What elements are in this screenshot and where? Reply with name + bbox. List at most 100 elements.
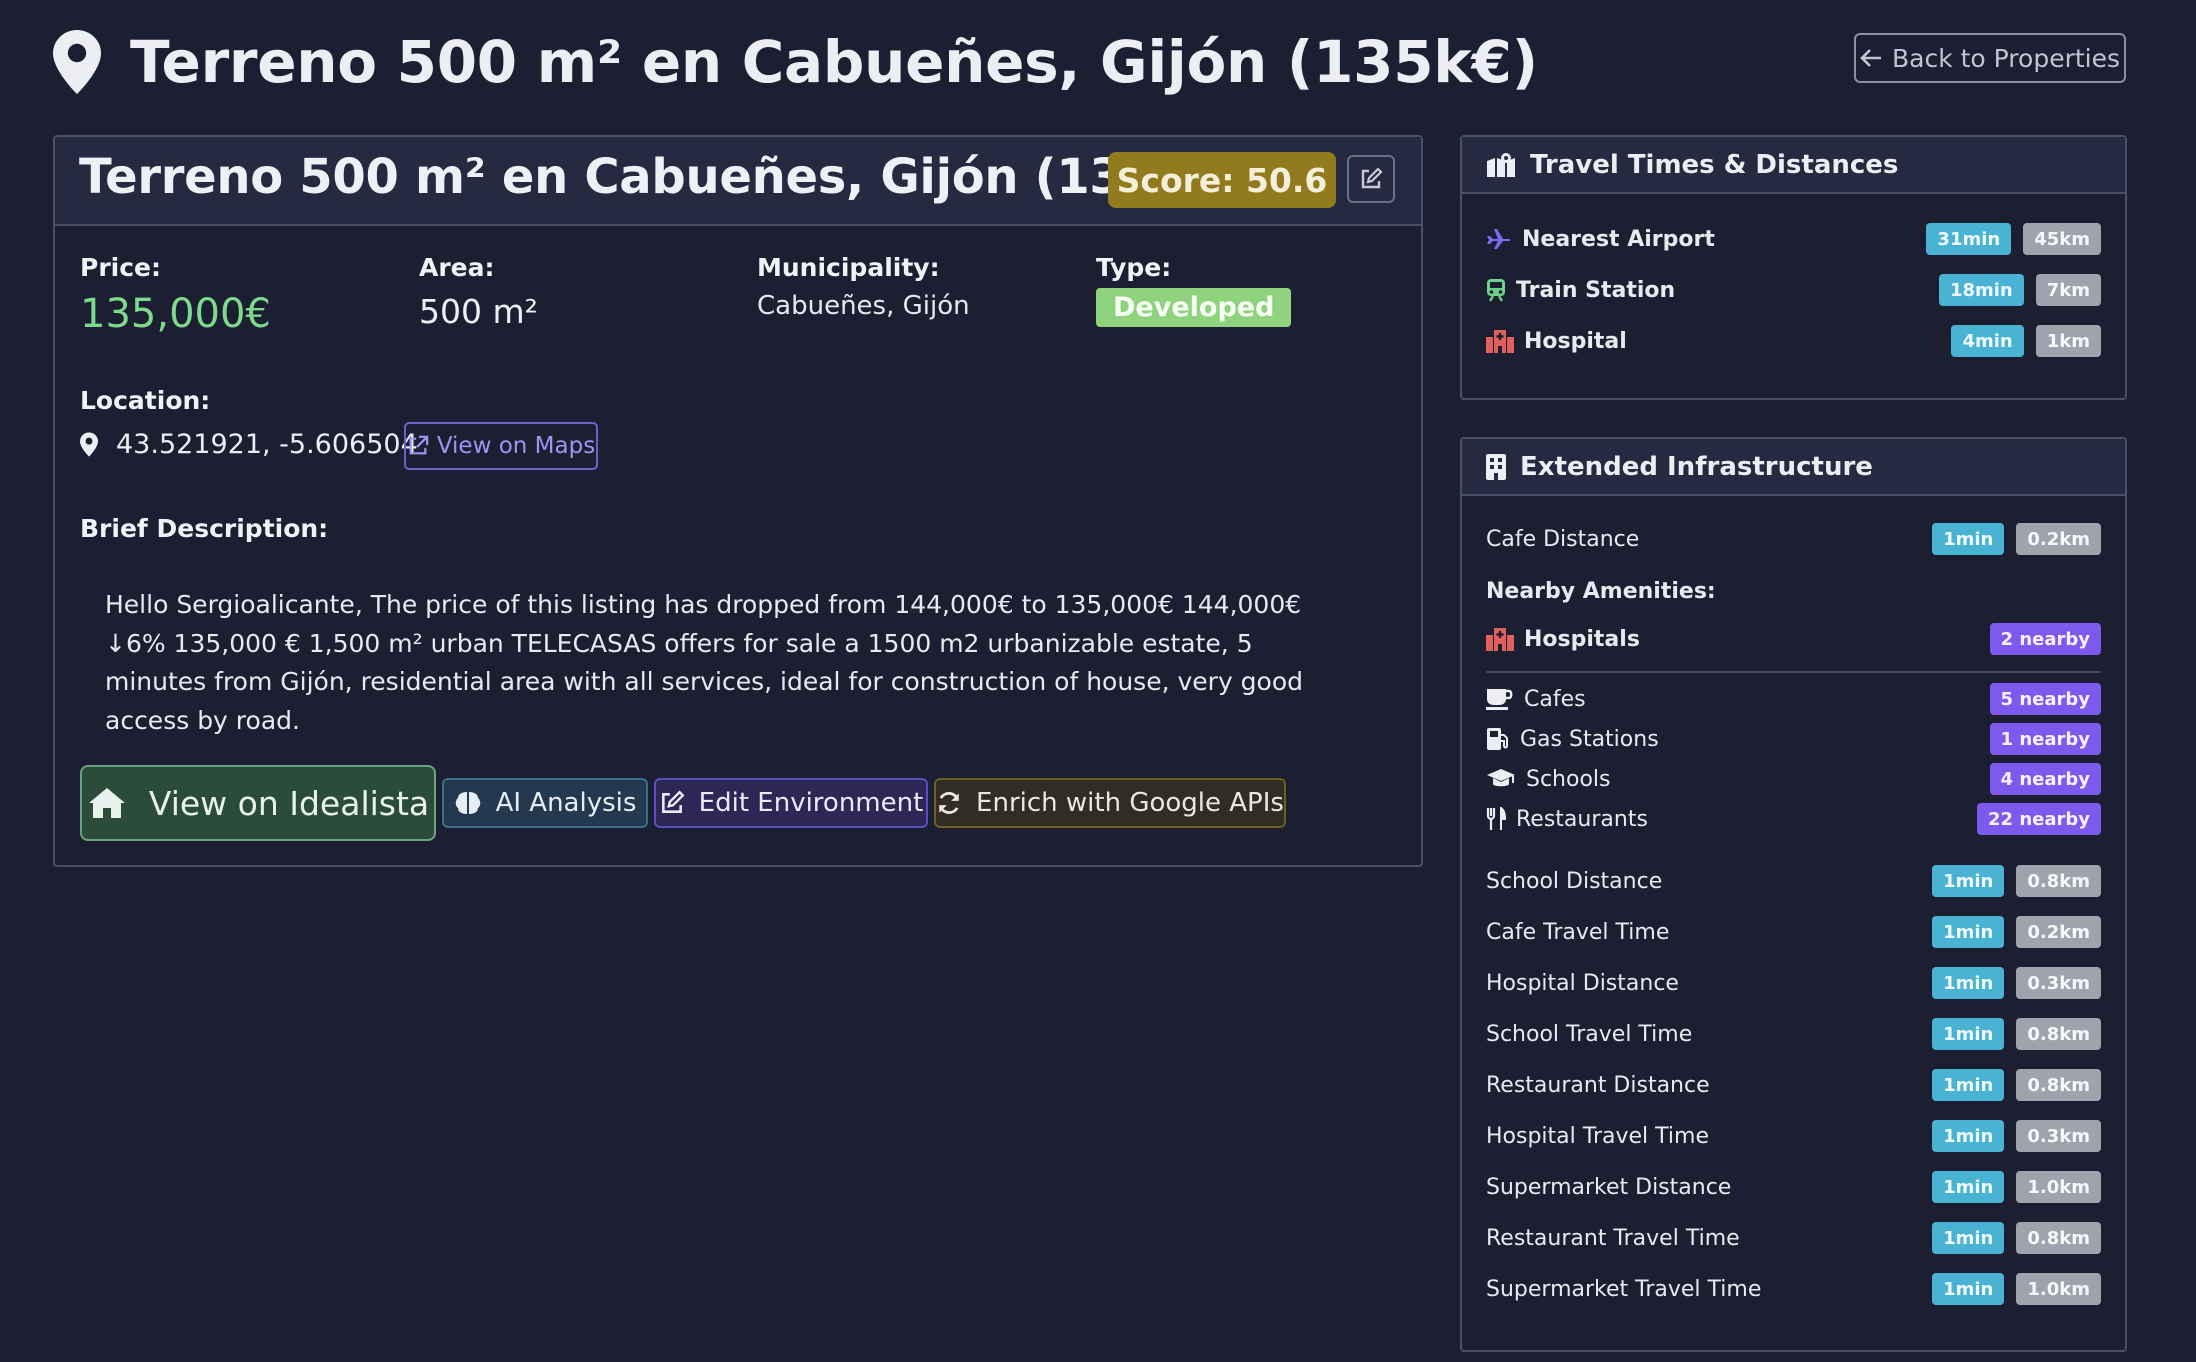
brain-icon xyxy=(455,792,480,814)
amenity-row-restaurants: Restaurants 22 nearby xyxy=(1486,802,2101,836)
time-pill: 1min xyxy=(1932,523,2005,555)
amenity-row-gas: Gas Stations 1 nearby xyxy=(1486,722,2101,756)
property-card-header: Terreno 500 m² en Cabueñes, Gijón (135k€… xyxy=(55,137,1421,226)
edit-environment-label: Edit Environment xyxy=(698,788,924,818)
time-pill: 1min xyxy=(1932,1018,2005,1050)
distance-pill: 1.0km xyxy=(2016,1273,2101,1305)
distance-pill: 0.2km xyxy=(2016,523,2101,555)
metric-label: Hospital Distance xyxy=(1486,970,1679,996)
hospital-icon xyxy=(1486,330,1514,353)
amenity-label: Restaurants xyxy=(1516,806,1648,832)
property-title: Terreno 500 m² en Cabueñes, Gijón (135k€… xyxy=(79,149,1242,205)
amenity-row-cafes: Cafes 5 nearby xyxy=(1486,682,2101,716)
travel-label: Nearest Airport xyxy=(1522,226,1715,252)
view-on-maps-label: View on Maps xyxy=(436,433,596,459)
amenity-row-schools: Schools 4 nearby xyxy=(1486,762,2101,796)
nearby-pill: 2 nearby xyxy=(1989,623,2101,655)
description-text: Hello Sergioalicante, The price of this … xyxy=(105,590,1304,735)
metric-row: School Travel Time 1min 0.8km xyxy=(1486,1017,2101,1051)
metric-label: Restaurant Travel Time xyxy=(1486,1225,1740,1251)
view-on-idealista-button[interactable]: View on Idealista xyxy=(80,765,436,841)
map-pin-icon xyxy=(53,30,101,94)
price-value: 135,000€ xyxy=(80,291,271,337)
infrastructure-card: Extended Infrastructure Cafe Distance 1m… xyxy=(1460,437,2127,1352)
hospitals-nearby-row: Hospitals 2 nearby xyxy=(1486,622,2101,656)
time-pill: 1min xyxy=(1932,865,2005,897)
ai-analysis-label: AI Analysis xyxy=(495,788,637,818)
metric-row: Cafe Travel Time 1min 0.2km xyxy=(1486,915,2101,949)
distance-pill: 0.8km xyxy=(2016,1069,2101,1101)
time-pill: 1min xyxy=(1932,1069,2005,1101)
distance-pill: 45km xyxy=(2023,223,2101,255)
metric-row: Supermarket Distance 1min 1.0km xyxy=(1486,1170,2101,1204)
view-on-idealista-label: View on Idealista xyxy=(148,783,430,823)
amenity-label: Cafes xyxy=(1524,686,1586,712)
amenity-label: Gas Stations xyxy=(1520,726,1659,752)
distance-pill: 0.8km xyxy=(2016,1018,2101,1050)
gas-pump-icon xyxy=(1487,728,1508,750)
train-icon xyxy=(1487,279,1505,302)
distance-pill: 1.0km xyxy=(2016,1171,2101,1203)
area-label: Area: xyxy=(419,253,495,282)
metric-row: Restaurant Distance 1min 0.8km xyxy=(1486,1068,2101,1102)
metric-label: Hospital Travel Time xyxy=(1486,1123,1709,1149)
coffee-icon xyxy=(1486,689,1513,710)
hospital-icon xyxy=(1486,628,1514,651)
metric-row: Supermarket Travel Time 1min 1.0km xyxy=(1486,1272,2101,1306)
municipality-label: Municipality: xyxy=(757,253,940,282)
ai-analysis-button[interactable]: AI Analysis xyxy=(442,778,648,828)
score-badge: Score: 50.6 xyxy=(1108,152,1336,208)
enrich-google-apis-label: Enrich with Google APIs xyxy=(976,788,1284,818)
distance-pill: 0.3km xyxy=(2016,1120,2101,1152)
coordinates-value: 43.521921, -5.606504 xyxy=(116,429,418,460)
time-pill: 18min xyxy=(1938,274,2024,306)
view-on-maps-button[interactable]: View on Maps xyxy=(404,422,598,470)
edit-icon xyxy=(661,790,685,813)
amenities-heading-row: Nearby Amenities: xyxy=(1486,574,2101,608)
travel-row-airport: Nearest Airport 31min 45km xyxy=(1486,222,2101,256)
distance-pill: 1km xyxy=(2035,325,2101,357)
nearby-pill: 1 nearby xyxy=(1989,723,2101,755)
external-link-icon xyxy=(409,435,429,455)
type-badge-wrap: Developed xyxy=(1096,288,1292,327)
infrastructure-header: Extended Infrastructure xyxy=(1462,439,2125,496)
infrastructure-title: Extended Infrastructure xyxy=(1520,451,1873,482)
back-to-properties-button[interactable]: Back to Properties xyxy=(1854,33,2126,83)
type-label: Type: xyxy=(1096,253,1172,282)
time-pill: 4min xyxy=(1951,325,2024,357)
metric-row: Restaurant Travel Time 1min 0.8km xyxy=(1486,1221,2101,1255)
nearby-pill: 4 nearby xyxy=(1989,763,2101,795)
distance-pill: 7km xyxy=(2035,274,2101,306)
metric-label: School Travel Time xyxy=(1486,1021,1693,1047)
area-value: 500 m² xyxy=(419,292,538,331)
metric-label: Supermarket Travel Time xyxy=(1486,1276,1762,1302)
nearby-pill: 5 nearby xyxy=(1989,683,2101,715)
building-icon xyxy=(1486,453,1506,480)
edit-environment-button[interactable]: Edit Environment xyxy=(654,778,928,828)
travel-times-header: Travel Times & Distances xyxy=(1462,137,2125,194)
time-pill: 1min xyxy=(1932,967,2005,999)
time-pill: 1min xyxy=(1932,1120,2005,1152)
municipality-value: Cabueñes, Gijón xyxy=(757,291,970,321)
edit-property-button[interactable] xyxy=(1347,155,1395,203)
enrich-google-apis-button[interactable]: Enrich with Google APIs xyxy=(934,778,1286,828)
metric-label: School Distance xyxy=(1486,868,1663,894)
edit-icon xyxy=(1361,167,1383,189)
refresh-icon xyxy=(939,792,960,814)
time-pill: 1min xyxy=(1932,916,2005,948)
utensils-icon xyxy=(1486,807,1506,830)
description-label: Brief Description: xyxy=(80,514,329,543)
nearby-pill: 22 nearby xyxy=(1977,803,2101,835)
location-label: Location: xyxy=(80,386,211,415)
amenity-label: Schools xyxy=(1526,766,1611,792)
travel-times-title: Travel Times & Distances xyxy=(1530,149,1899,180)
time-pill: 1min xyxy=(1932,1222,2005,1254)
plane-icon xyxy=(1487,229,1511,249)
metric-label: Cafe Travel Time xyxy=(1486,919,1670,945)
time-pill: 31min xyxy=(1926,223,2012,255)
time-pill: 1min xyxy=(1932,1273,2005,1305)
metric-label: Supermarket Distance xyxy=(1486,1174,1732,1200)
metric-row: Hospital Travel Time 1min 0.3km xyxy=(1486,1119,2101,1153)
travel-row-train: Train Station 18min 7km xyxy=(1486,273,2101,307)
map-location-icon xyxy=(1487,152,1515,177)
